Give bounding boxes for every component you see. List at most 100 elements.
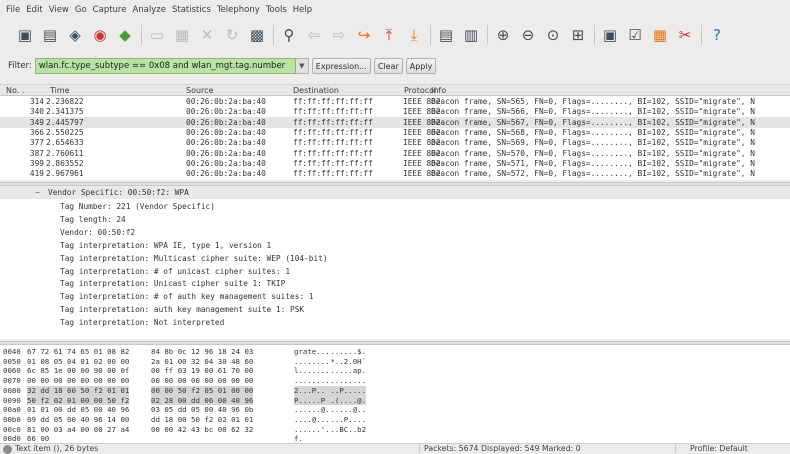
capture-filters-icon[interactable]: ▣ — [600, 25, 620, 45]
tree-node-field[interactable]: Tag interpretation: Not interpreted — [60, 317, 224, 329]
status-packet-counts: Packets: 5674 Displayed: 549 Marked: 0 — [424, 444, 581, 453]
tree-node-field[interactable]: Tag Number: 221 (Vendor Specific) — [60, 201, 215, 213]
toolbar-separator — [273, 25, 274, 45]
display-filter-input[interactable] — [34, 58, 296, 74]
tree-node-field[interactable]: Tag interpretation: # of unicast cipher … — [60, 266, 290, 278]
hex-ascii: ......@. — [294, 405, 330, 415]
menu-telephony[interactable]: Telephony — [217, 5, 260, 15]
find-icon[interactable]: ⚲ — [279, 25, 299, 45]
hex-bytes: 03 05 dd 05 00 40 96 0b — [151, 405, 254, 415]
start-capture-icon[interactable]: ◈ — [65, 25, 85, 45]
column-header-destination[interactable]: Destination — [293, 85, 339, 96]
hex-ascii: ...P.... — [326, 414, 367, 424]
packet-source: 00:26:0b:2a:ba:40 — [186, 169, 266, 179]
normal-size-icon[interactable]: ⊙ — [543, 25, 563, 45]
collapse-toggle-icon[interactable]: − — [35, 187, 40, 199]
toolbar-separator — [141, 25, 142, 45]
hex-offset: 0050 — [3, 356, 21, 366]
tree-node-field[interactable]: Tag interpretation: Multicast cipher sui… — [60, 253, 328, 265]
column-header-no[interactable]: No. . — [6, 85, 24, 96]
tree-node-field[interactable]: Tag interpretation: Unicast cipher suite… — [60, 278, 285, 290]
go-first-icon[interactable]: ⤒ — [379, 25, 399, 45]
apply-filter-button[interactable]: Apply — [405, 58, 437, 74]
menu-view[interactable]: View — [49, 5, 69, 15]
hex-ascii: ......'. — [294, 424, 330, 434]
menu-tools[interactable]: Tools — [266, 5, 287, 15]
hex-bytes: 00 00 00 00 00 00 00 00 — [151, 376, 254, 386]
hex-bytes: 67 72 61 74 65 01 08 82 — [27, 347, 130, 356]
packet-row[interactable]: 419 2.967961 00:26:0b:2a:ba:40 ff:ff:ff:ff:… — [0, 168, 790, 179]
tree-node-field[interactable]: Tag length: 24 — [60, 214, 126, 226]
toolbar-separator — [430, 25, 431, 45]
open-icon[interactable]: ▭ — [147, 25, 167, 45]
tree-node-field[interactable]: Vendor: 00:50:f2 — [60, 227, 135, 239]
filter-history-dropdown[interactable]: ▼ — [295, 58, 309, 74]
hex-offset: 0080 — [3, 385, 21, 395]
menu-help[interactable]: Help — [293, 5, 312, 15]
go-back-icon[interactable]: ⇦ — [304, 25, 324, 45]
tree-node-field[interactable]: Tag interpretation: # of auth key manage… — [60, 291, 313, 303]
column-header-info[interactable]: Info — [431, 85, 446, 96]
packet-info: Beacon frame, SN=572, FN=0, Flags=......… — [431, 169, 755, 179]
packet-list[interactable]: 314 2.236822 00:26:0b:2a:ba:40 ff:ff:ff:ff:… — [0, 96, 790, 180]
save-icon[interactable]: ▦ — [172, 25, 192, 45]
print-icon[interactable]: ▩ — [247, 25, 267, 45]
hex-offset: 00d0 — [3, 434, 21, 443]
packet-number: 419 — [29, 169, 44, 179]
status-field-info: Text item (), 26 bytes — [15, 444, 99, 453]
zoom-out-icon[interactable]: ⊖ — [518, 25, 538, 45]
clear-filter-button[interactable]: Clear — [373, 58, 403, 74]
hex-bytes: 00 ff 03 19 00 61 70 00 — [151, 366, 254, 376]
menubar: File Edit View Go Capture Analyze Statistics Te… — [0, 0, 790, 20]
go-to-packet-icon[interactable]: ↪ — [354, 25, 374, 45]
tree-node-field[interactable]: Tag interpretation: auth key management … — [60, 304, 304, 316]
autoscroll-icon[interactable]: ▥ — [461, 25, 481, 45]
go-last-icon[interactable]: ⤓ — [404, 25, 424, 45]
colorize-icon[interactable]: ▤ — [436, 25, 456, 45]
tree-node-vendor-specific[interactable]: − Vendor Specific: 00:50:f2: WPA — [0, 187, 790, 199]
resize-columns-icon[interactable]: ⊞ — [568, 25, 588, 45]
expert-info-icon[interactable] — [3, 445, 12, 454]
hex-ascii: ......$. — [326, 347, 367, 356]
menu-analyze[interactable]: Analyze — [132, 5, 166, 15]
display-filters-icon[interactable]: ☑ — [625, 25, 645, 45]
filter-bar: Filter: ▼ Expression... Clear Apply — [0, 56, 790, 76]
column-header-time[interactable]: Time — [50, 85, 70, 96]
capture-options-icon[interactable]: ▤ — [40, 25, 60, 45]
hex-ascii: ........ — [326, 376, 367, 386]
hex-bytes: 84 8b 0c 12 96 18 24 03 — [151, 347, 254, 356]
coloring-rules-icon[interactable]: ▦ — [650, 25, 670, 45]
interfaces-icon[interactable]: ▣ — [15, 25, 35, 45]
go-forward-icon[interactable]: ⇨ — [329, 25, 349, 45]
packet-list-header: No. . Time Source Destination Protocol I… — [0, 84, 790, 96]
status-divider — [675, 444, 676, 453]
status-divider — [419, 444, 420, 453]
filter-label: Filter: — [8, 61, 32, 71]
menu-statistics[interactable]: Statistics — [172, 5, 211, 15]
hex-ascii: .....@.. — [326, 405, 367, 415]
zoom-in-icon[interactable]: ⊕ — [493, 25, 513, 45]
hex-offset: 0070 — [3, 376, 21, 386]
close-icon[interactable]: ✕ — [197, 25, 217, 45]
help-icon[interactable]: ? — [707, 25, 727, 45]
menu-capture[interactable]: Capture — [93, 5, 127, 15]
packet-bytes-pane[interactable]: 0040 67 72 61 74 65 01 08 82 84 8b 0c 12 9… — [0, 345, 790, 443]
reload-icon[interactable]: ↻ — [222, 25, 242, 45]
column-header-source[interactable]: Source — [186, 85, 213, 96]
packet-details-tree[interactable]: − Vendor Specific: 00:50:f2: WPA Tag Num… — [0, 187, 790, 339]
hex-bytes: 09 dd 05 00 40 96 14 00 — [27, 414, 130, 424]
pane-splitter-top[interactable] — [0, 182, 790, 186]
menu-file[interactable]: File — [6, 5, 20, 15]
tree-node-field[interactable]: Tag interpretation: WPA IE, type 1, vers… — [60, 240, 271, 252]
menu-edit[interactable]: Edit — [26, 5, 42, 15]
menu-go[interactable]: Go — [75, 5, 87, 15]
preferences-icon[interactable]: ✂ — [675, 25, 695, 45]
restart-capture-icon[interactable]: ◆ — [115, 25, 135, 45]
hex-ascii: ....@... — [294, 414, 330, 424]
hex-ascii: f. — [294, 434, 303, 443]
expression-button[interactable]: Expression... — [311, 58, 371, 74]
stop-capture-icon[interactable]: ◉ — [90, 25, 110, 45]
main-toolbar: ▣ ▤ ◈ ◉ ◆ ▭ ▦ ✕ ↻ ▩ ⚲ ⇦ ⇨ ↪ ⤒ ⤓ ▤ ▥ ⊕ ⊖ ⊙ ⊞ ▣ ☑ ▦ ✂? — [0, 20, 790, 50]
tree-node-label: Vendor Specific: 00:50:f2: WPA — [48, 188, 189, 197]
status-profile[interactable]: Profile: Default — [690, 444, 748, 454]
